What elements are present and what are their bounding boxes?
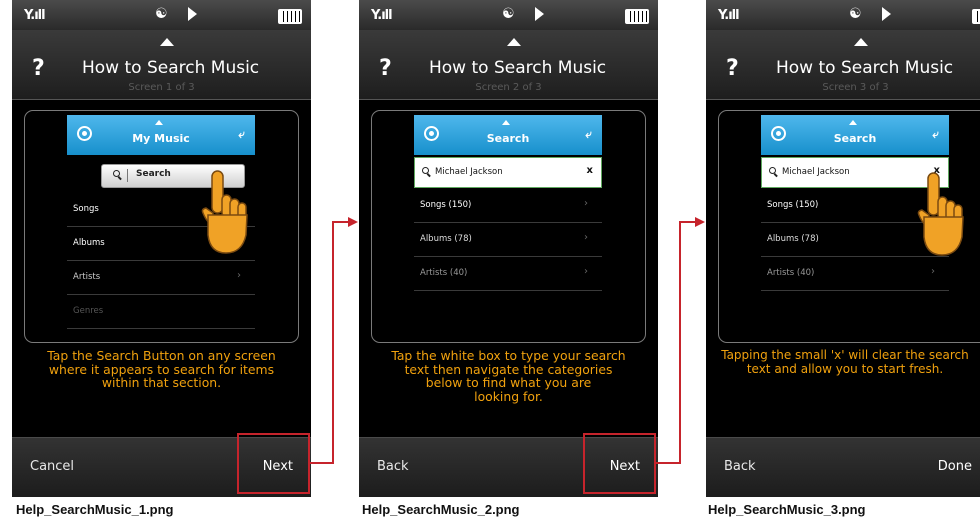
screenshot-caption: Help_SearchMusic_2.png	[362, 502, 520, 517]
screenshot-caption: Help_SearchMusic_1.png	[16, 502, 174, 517]
screenshot-caption: Help_SearchMusic_3.png	[708, 502, 866, 517]
flow-connector	[310, 217, 705, 464]
